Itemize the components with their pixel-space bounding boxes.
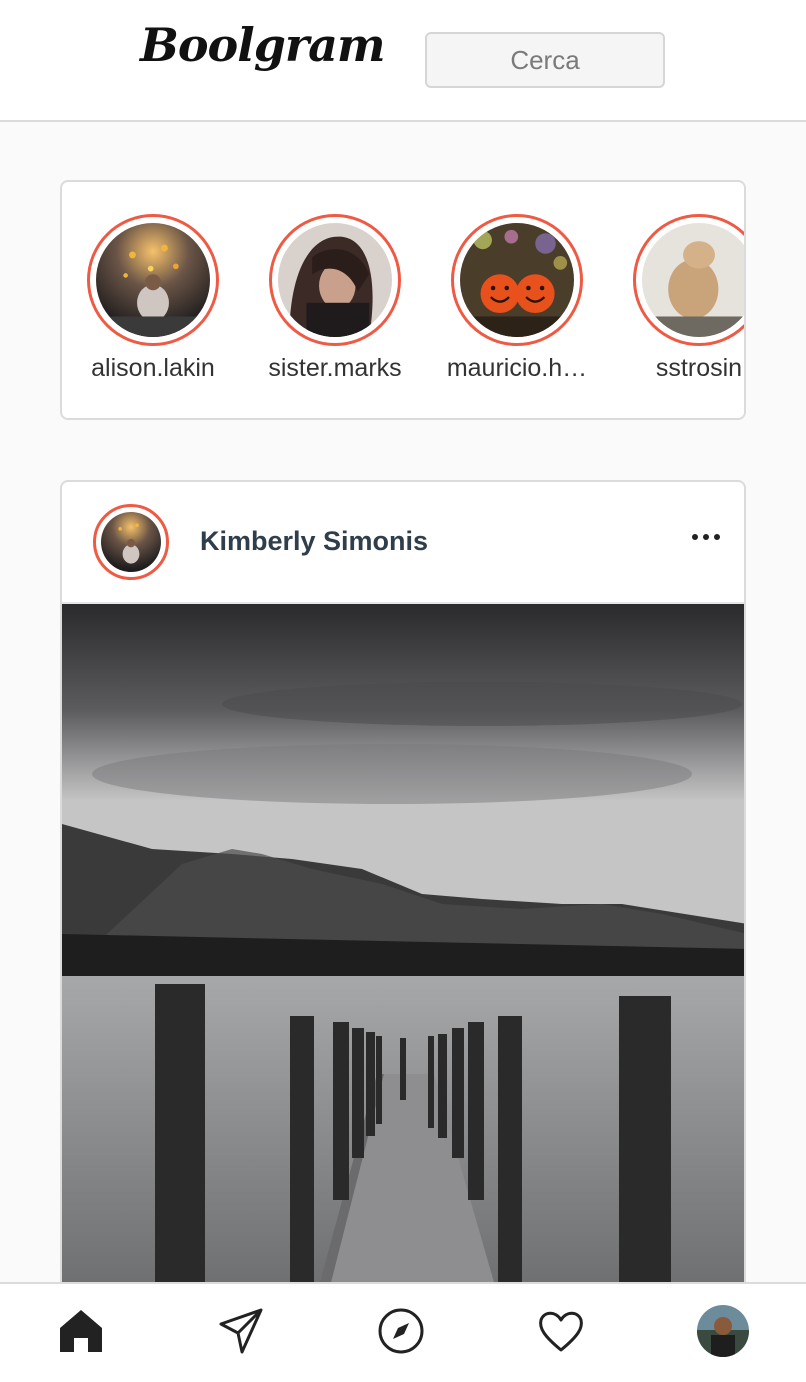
more-icon — [692, 534, 698, 540]
stories-bar: alison.lakin sister.marks mauricio.h… ss… — [60, 180, 746, 420]
post-image[interactable] — [62, 604, 746, 1310]
story-avatar-ring — [87, 214, 219, 346]
story-username: alison.lakin — [91, 354, 215, 382]
app: Boolgram alison.lakin — [0, 0, 806, 1382]
story-avatar-ring — [451, 214, 583, 346]
post-avatar-image — [101, 512, 161, 572]
post-header: Kimberly Simonis — [62, 482, 744, 604]
post-card: Kimberly Simonis — [60, 480, 746, 1310]
home-button[interactable] — [56, 1306, 106, 1356]
story-avatar — [96, 223, 210, 337]
explore-icon — [378, 1308, 424, 1354]
send-icon — [219, 1308, 263, 1354]
story-username: sister.marks — [268, 354, 402, 382]
post-author-name[interactable]: Kimberly Simonis — [200, 526, 428, 557]
profile-avatar — [697, 1305, 749, 1357]
story-username: sstrosin — [655, 354, 743, 382]
search-input[interactable] — [425, 32, 665, 88]
story-username: mauricio.h… — [446, 354, 588, 382]
activity-button[interactable] — [536, 1306, 586, 1356]
direct-message-button[interactable] — [216, 1306, 266, 1356]
story-item[interactable]: sister.marks — [244, 214, 426, 383]
top-bar: Boolgram — [0, 0, 806, 122]
story-item[interactable]: mauricio.h… — [426, 214, 608, 383]
explore-button[interactable] — [376, 1306, 426, 1356]
more-icon-dot — [714, 534, 720, 540]
app-logo[interactable]: Boolgram — [140, 18, 386, 72]
story-item[interactable]: alison.lakin — [62, 214, 244, 383]
heart-icon — [539, 1311, 583, 1352]
home-icon — [60, 1310, 102, 1352]
bottom-nav — [0, 1282, 806, 1382]
story-avatar — [460, 223, 574, 337]
more-options-button[interactable] — [686, 522, 726, 552]
more-icon-dot — [703, 534, 709, 540]
post-author-avatar[interactable] — [93, 504, 169, 580]
story-item[interactable]: sstrosin — [608, 214, 744, 383]
story-avatar-ring — [269, 214, 401, 346]
story-avatar — [642, 223, 744, 337]
story-avatar-ring — [633, 214, 744, 346]
story-avatar — [278, 223, 392, 337]
profile-button[interactable] — [696, 1304, 750, 1358]
